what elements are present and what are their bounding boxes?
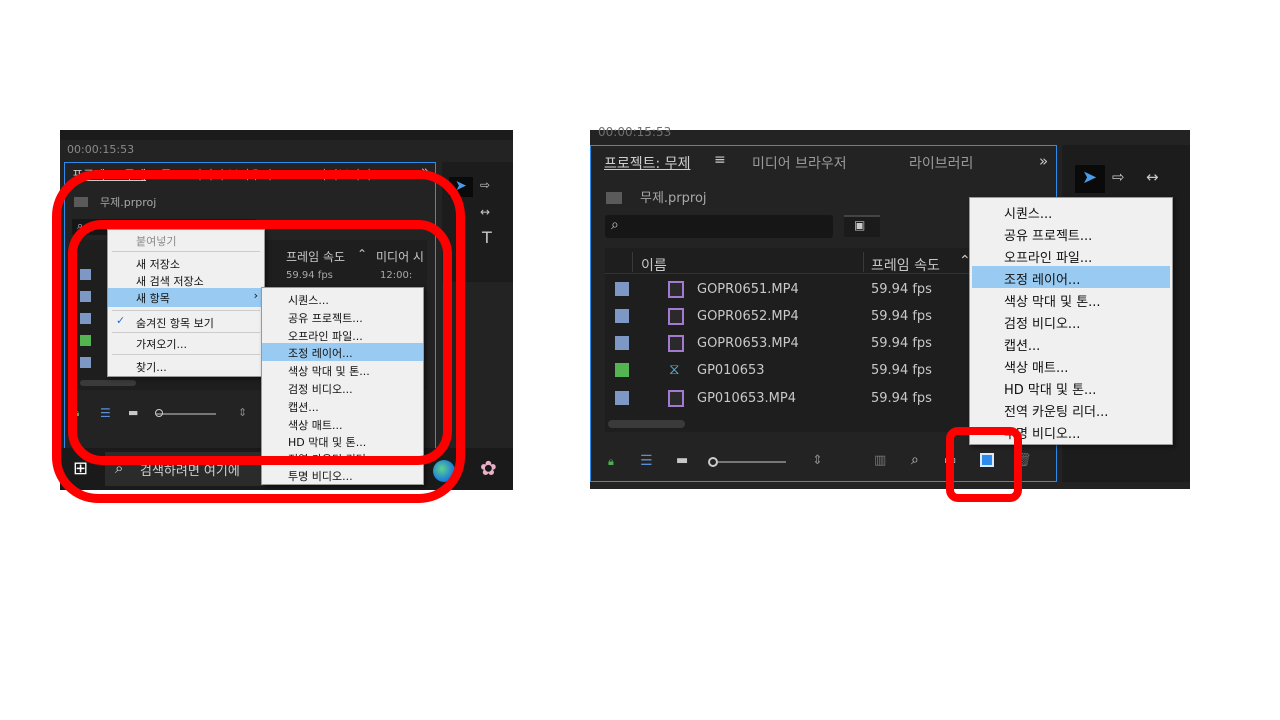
menu-captions[interactable]: 캡션... <box>970 335 1172 354</box>
label-color-swatch <box>615 336 629 350</box>
menu-black-video[interactable]: 검정 비디오... <box>970 313 1172 332</box>
menu-offline-file[interactable]: 오프라인 파일... <box>970 247 1172 266</box>
right-timecode: 00:00:15:53 <box>598 125 672 139</box>
right-sort-icon[interactable]: ⇕ <box>812 453 823 468</box>
right-project-file: 무제.prproj <box>640 191 707 206</box>
left-track-select-icon[interactable]: ⇨ <box>480 178 490 192</box>
right-panel-expand-icon[interactable]: » <box>1039 152 1048 170</box>
left-ripple-edit-icon[interactable]: ↔ <box>480 205 490 219</box>
file-name: GP010653.MP4 <box>697 391 796 406</box>
menu-bars-and-tone[interactable]: 색상 막대 및 톤... <box>970 291 1172 310</box>
left-top-bar <box>60 130 513 140</box>
right-ripple-edit-icon[interactable]: ↔ <box>1146 168 1159 186</box>
label-color-swatch <box>615 391 629 405</box>
file-name: GOPR0651.MP4 <box>697 282 799 297</box>
app-icon[interactable]: ✿ <box>480 456 497 480</box>
file-name: GP010653 <box>697 363 765 378</box>
right-zoom-slider[interactable] <box>718 461 786 463</box>
left-timecode: 00:00:15:53 <box>67 143 135 156</box>
right-track-select-icon[interactable]: ⇨ <box>1112 168 1125 186</box>
right-tab-project[interactable]: 프로젝트: 무제 <box>604 153 690 173</box>
sequence-icon: ⧖ <box>669 360 680 378</box>
right-col-name[interactable]: 이름 <box>641 255 667 275</box>
right-new-item-menu: 시퀀스... 공유 프로젝트... 오프라인 파일... 조정 레이어... 색… <box>969 197 1173 445</box>
right-tab-media-browser[interactable]: 미디어 브라우저 <box>752 153 847 173</box>
file-fps: 59.94 fps <box>871 391 932 406</box>
right-find-icon[interactable]: ⌕ <box>911 452 919 468</box>
right-search-icon: ⌕ <box>611 217 619 233</box>
menu-adjustment-layer[interactable]: 조정 레이어... <box>972 266 1170 288</box>
menu-shared-project[interactable]: 공유 프로젝트... <box>970 225 1172 244</box>
right-selection-arrow-icon: ➤ <box>1082 167 1098 188</box>
video-clip-icon <box>668 335 684 352</box>
highlight-ring-inner <box>68 220 452 465</box>
right-tab-menu-icon[interactable]: ≡ <box>714 152 726 168</box>
right-tab-libraries[interactable]: 라이브러리 <box>909 153 973 173</box>
right-lock-icon[interactable]: 🔒︎ <box>608 455 614 469</box>
right-col-frame-rate[interactable]: 프레임 속도 <box>871 255 940 275</box>
file-fps: 59.94 fps <box>871 336 932 351</box>
label-color-swatch <box>615 282 629 296</box>
label-color-swatch <box>615 309 629 323</box>
file-fps: 59.94 fps <box>871 309 932 324</box>
file-name: GOPR0653.MP4 <box>697 336 799 351</box>
video-clip-icon <box>668 308 684 325</box>
menu-hd-bars-and-tone[interactable]: HD 막대 및 톤... <box>970 379 1172 398</box>
left-type-tool-icon[interactable]: T <box>482 228 492 247</box>
file-name: GOPR0652.MP4 <box>697 309 799 324</box>
right-screenshot: 00:00:15:53 프로젝트: 무제 ≡ 미디어 브라우저 라이브러리 » … <box>590 125 1190 489</box>
right-list-view-icon[interactable]: ☰ <box>640 453 653 469</box>
label-color-swatch <box>615 363 629 377</box>
right-search-bin-icon: ▣ <box>854 218 866 232</box>
file-fps: 59.94 fps <box>871 363 932 378</box>
right-folder-icon <box>606 192 622 204</box>
file-fps: 59.94 fps <box>871 282 932 297</box>
right-icon-view-icon[interactable]: ▬ <box>676 453 688 468</box>
right-scrollbar[interactable] <box>608 420 685 428</box>
video-clip-icon <box>668 281 684 298</box>
video-clip-icon <box>668 390 684 407</box>
highlight-box-new-item <box>946 427 1022 502</box>
menu-color-matte[interactable]: 색상 매트... <box>970 357 1172 376</box>
right-zoom-knob[interactable] <box>708 457 718 467</box>
right-search-field[interactable] <box>605 215 833 238</box>
menu-universal-counting-leader[interactable]: 전역 카운팅 리더... <box>970 401 1172 420</box>
menu-sequence[interactable]: 시퀀스... <box>970 203 1172 222</box>
right-automate-icon[interactable]: ▥ <box>874 453 886 468</box>
